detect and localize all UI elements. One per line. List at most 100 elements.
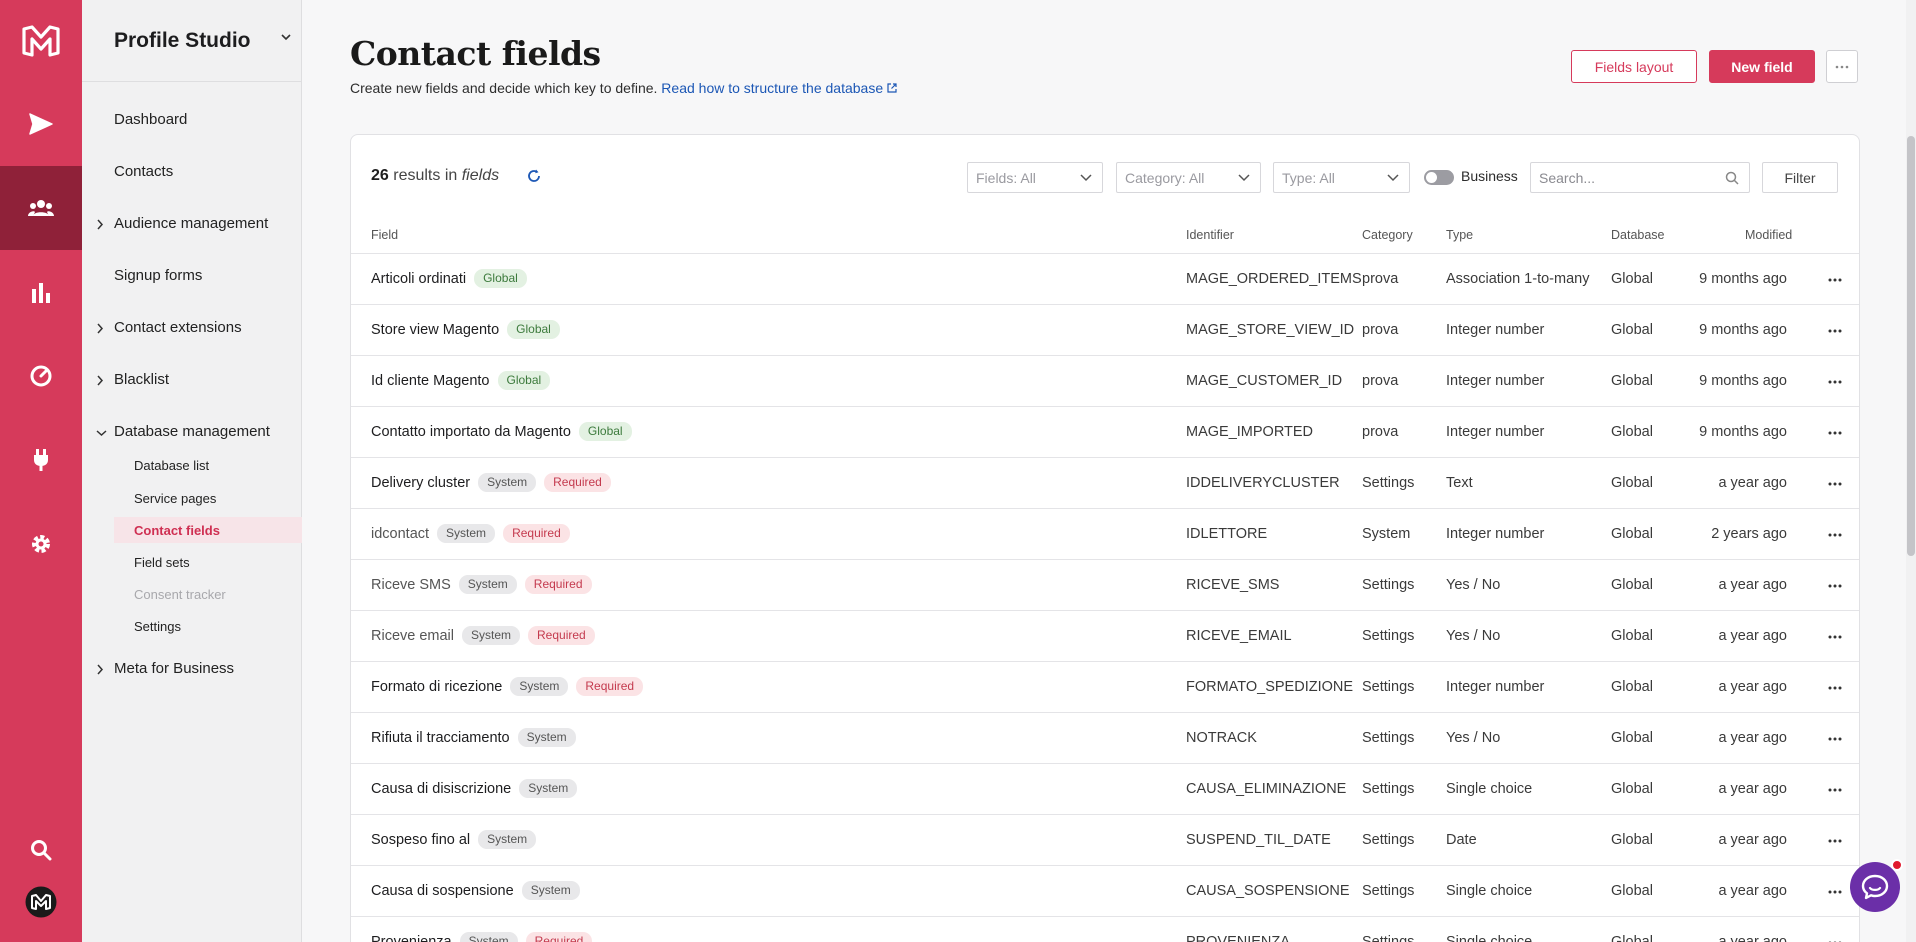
main-content: Contact fields Create new fields and dec… [303, 0, 1916, 942]
field-name[interactable]: Riceve SMS [371, 577, 451, 593]
sidebar-item-blacklist[interactable]: Blacklist [114, 371, 169, 388]
row-actions-icon[interactable] [1828, 380, 1842, 384]
row-actions-icon[interactable] [1828, 686, 1842, 690]
scrollbar[interactable] [1906, 0, 1916, 942]
docs-link[interactable]: Read how to structure the database [661, 80, 897, 96]
category-cell: System [1362, 526, 1411, 542]
workspace-switcher[interactable]: Profile Studio [82, 0, 301, 82]
sidebar-item-dashboard[interactable]: Dashboard [114, 111, 187, 128]
field-name[interactable]: Rifiuta il tracciamento [371, 730, 510, 746]
global-badge: Global [474, 269, 527, 288]
column-header-type[interactable]: Type [1446, 228, 1473, 242]
row-actions-icon[interactable] [1828, 890, 1842, 894]
sidebar-subitem-field-sets[interactable]: Field sets [134, 555, 190, 570]
column-header-database[interactable]: Database [1611, 228, 1665, 242]
row-actions-icon[interactable] [1828, 788, 1842, 792]
field-name[interactable]: Riceve email [371, 628, 454, 644]
row-actions-icon[interactable] [1828, 329, 1842, 333]
database-cell: Global [1611, 424, 1653, 440]
category-filter-select[interactable]: Category: All [1116, 162, 1261, 193]
required-badge: Required [524, 575, 592, 594]
row-actions-icon[interactable] [1828, 278, 1842, 282]
sidebar-subitem-contact-fields[interactable]: Contact fields [134, 523, 220, 538]
row-actions-icon[interactable] [1828, 431, 1842, 435]
plug-icon[interactable] [0, 418, 82, 502]
field-name[interactable]: Provenienza [371, 934, 452, 942]
chevron-right-icon[interactable] [96, 664, 104, 675]
row-actions-icon[interactable] [1828, 839, 1842, 843]
search-icon[interactable] [0, 830, 82, 870]
type-filter-select[interactable]: Type: All [1273, 162, 1410, 193]
send-icon[interactable] [0, 82, 82, 166]
table-row[interactable]: Riceve email System Required RICEVE_EMAIL Se… [351, 611, 1859, 662]
contacts-icon[interactable] [0, 166, 82, 250]
table-row[interactable]: Contatto importato da Magento Global MAGE_… [351, 407, 1859, 458]
row-actions-icon[interactable] [1828, 584, 1842, 588]
gauge-icon[interactable] [0, 334, 82, 418]
more-actions-button[interactable] [1826, 50, 1858, 83]
fields-filter-select[interactable]: Fields: All [967, 162, 1103, 193]
sidebar-subitem-service-pages[interactable]: Service pages [134, 491, 216, 506]
category-cell: Settings [1362, 781, 1415, 797]
table-row[interactable]: Store view Magento Global MAGE_STORE_VIEW_… [351, 305, 1859, 356]
sidebar-item-database-management[interactable]: Database management [114, 423, 270, 440]
row-actions-icon[interactable] [1828, 482, 1842, 486]
refresh-icon[interactable] [527, 169, 541, 183]
table-row[interactable]: Formato di ricezione System Required FORMAT… [351, 662, 1859, 713]
table-row[interactable]: Articoli ordinati Global MAGE_ORDERED_ITEM… [351, 254, 1859, 305]
fields-layout-button[interactable]: Fields layout [1571, 50, 1697, 83]
field-name[interactable]: Store view Magento [371, 322, 499, 338]
chevron-right-icon[interactable] [96, 323, 104, 334]
table-row[interactable]: Causa di sospensione System CAUSA_SOSPENSI… [351, 866, 1859, 917]
table-row[interactable]: Rifiuta il tracciamento System NOTRACK Sett… [351, 713, 1859, 764]
table-row[interactable]: Provenienza System Required PROVENIENZA Sett… [351, 917, 1859, 942]
row-actions-icon[interactable] [1828, 635, 1842, 639]
field-name[interactable]: Causa di disiscrizione [371, 781, 511, 797]
table-row[interactable]: idcontact System Required IDLETTORE System In… [351, 509, 1859, 560]
user-avatar[interactable] [0, 880, 82, 924]
sidebar-item-meta-for-business[interactable]: Meta for Business [114, 660, 234, 677]
column-header-modified[interactable]: Modified [1745, 228, 1792, 242]
logo-icon[interactable] [0, 0, 82, 82]
table-row[interactable]: Delivery cluster System Required IDDELIVERY… [351, 458, 1859, 509]
page-subtitle: Create new fields and decide which key t… [350, 80, 897, 96]
column-header-identifier[interactable]: Identifier [1186, 228, 1234, 242]
filter-button[interactable]: Filter [1762, 162, 1838, 193]
database-cell: Global [1611, 577, 1653, 593]
type-cell: Text [1446, 475, 1473, 491]
table-row[interactable]: Sospeso fino al System SUSPEND_TIL_DATE Set… [351, 815, 1859, 866]
chevron-right-icon[interactable] [96, 375, 104, 386]
field-name[interactable]: Causa di sospensione [371, 883, 514, 899]
field-name[interactable]: Id cliente Magento [371, 373, 490, 389]
row-actions-icon[interactable] [1828, 737, 1842, 741]
column-header-field[interactable]: Field [371, 228, 398, 242]
field-name[interactable]: Articoli ordinati [371, 271, 466, 287]
identifier-cell: FORMATO_SPEDIZIONE [1186, 679, 1354, 695]
table-row[interactable]: Riceve SMS System Required RICEVE_SMS Settin… [351, 560, 1859, 611]
field-name[interactable]: Sospeso fino al [371, 832, 470, 848]
sidebar-subitem-database-list[interactable]: Database list [134, 458, 209, 473]
sidebar-item-signup-forms[interactable]: Signup forms [114, 267, 202, 284]
search-input[interactable] [1530, 162, 1750, 193]
business-toggle[interactable] [1424, 170, 1454, 185]
new-field-button[interactable]: New field [1709, 50, 1815, 83]
field-name[interactable]: Formato di ricezione [371, 679, 502, 695]
field-name[interactable]: Delivery cluster [371, 475, 470, 491]
table-row[interactable]: Causa di disiscrizione System CAUSA_ELIMIN… [351, 764, 1859, 815]
gear-icon[interactable] [0, 502, 82, 586]
chevron-down-icon[interactable] [96, 429, 107, 437]
chevron-right-icon[interactable] [96, 219, 104, 230]
sidebar-item-contact-extensions[interactable]: Contact extensions [114, 319, 242, 336]
scrollbar-thumb[interactable] [1907, 136, 1915, 556]
row-actions-icon[interactable] [1828, 533, 1842, 537]
column-header-category[interactable]: Category [1362, 228, 1413, 242]
identifier-cell: RICEVE_SMS [1186, 577, 1280, 593]
field-name[interactable]: Contatto importato da Magento [371, 424, 571, 440]
sidebar-item-audience-management[interactable]: Audience management [114, 215, 268, 232]
chart-icon[interactable] [0, 250, 82, 334]
field-name[interactable]: idcontact [371, 526, 429, 542]
global-badge: Global [578, 422, 632, 441]
sidebar-item-contacts[interactable]: Contacts [114, 163, 173, 180]
sidebar-subitem-settings[interactable]: Settings [134, 619, 181, 634]
table-row[interactable]: Id cliente Magento Global MAGE_CUSTOMER_ID… [351, 356, 1859, 407]
